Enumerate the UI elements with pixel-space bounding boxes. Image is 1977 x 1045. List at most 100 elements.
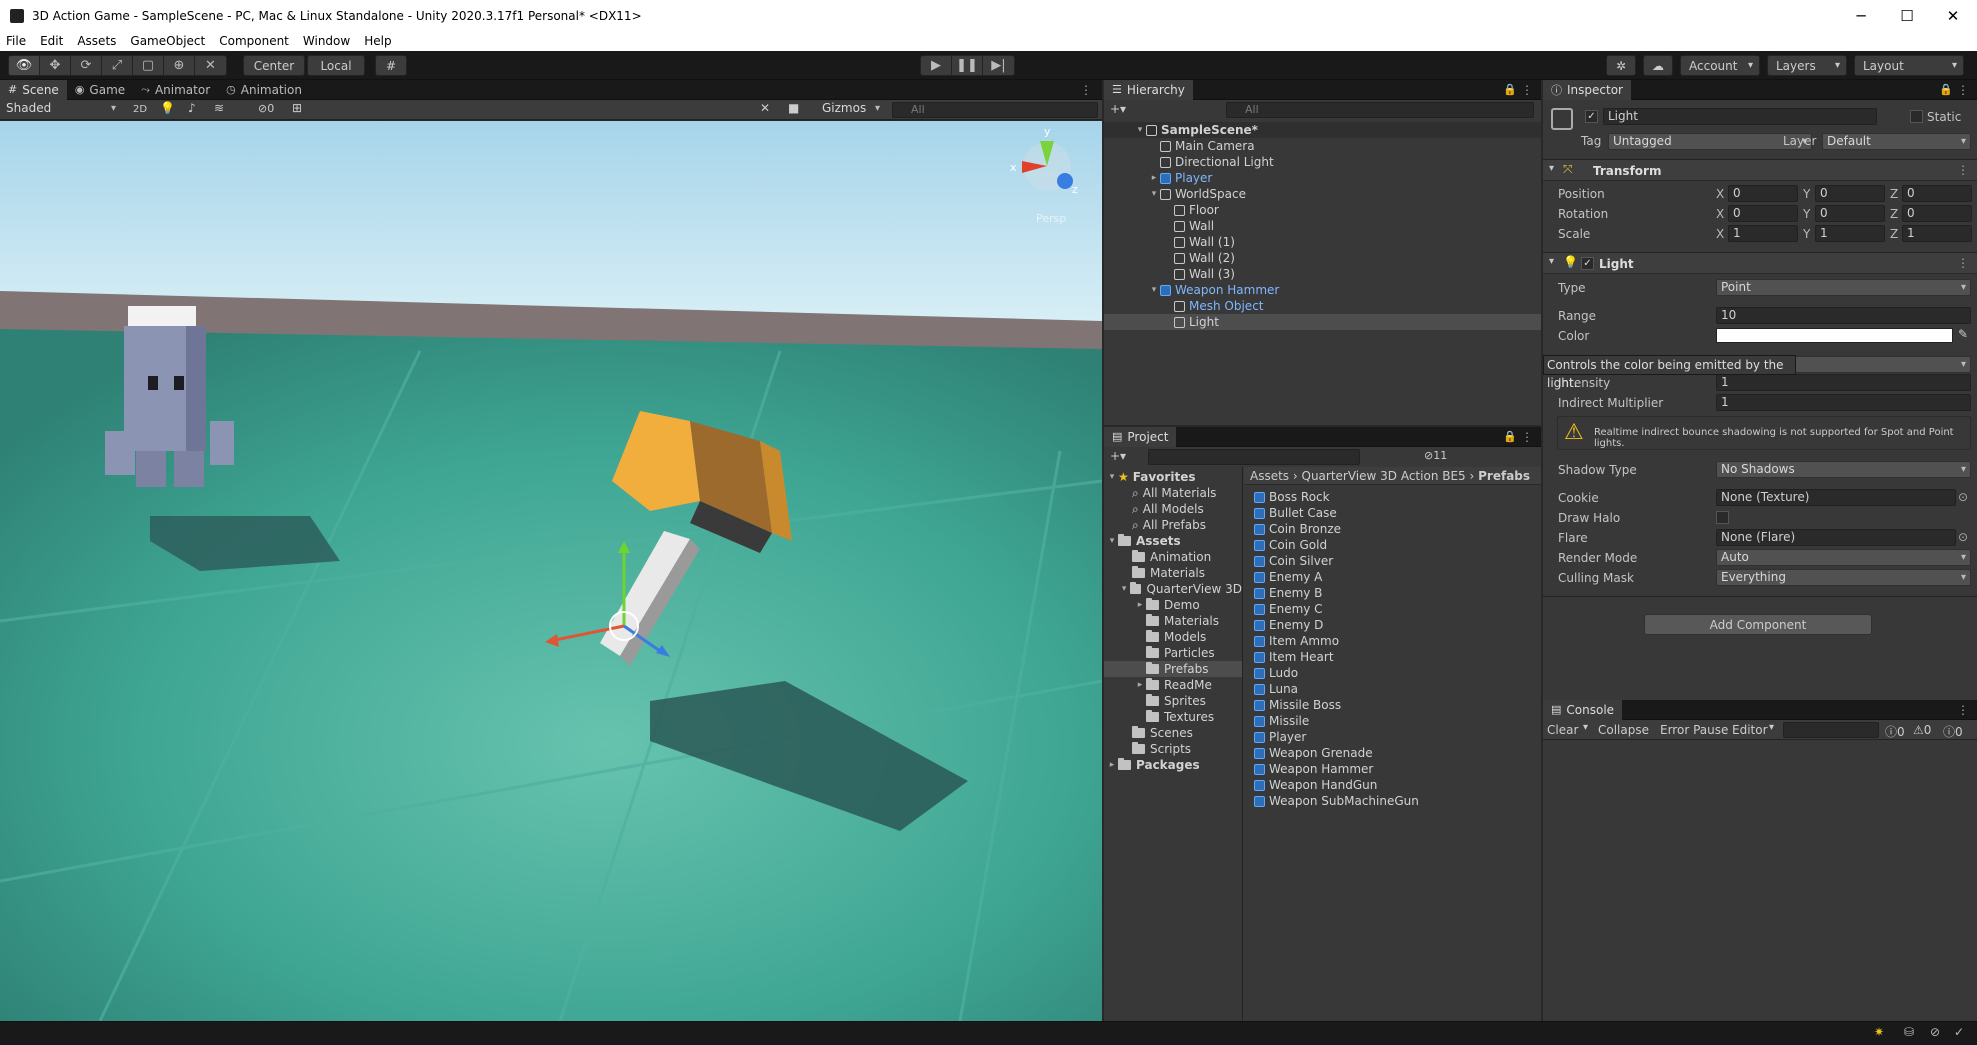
hierarchy-item[interactable]: ▸ Player <box>1104 170 1541 186</box>
z-axis-label[interactable]: Z <box>1890 187 1898 201</box>
light-collapse-icon[interactable]: ▾ <box>1549 256 1554 267</box>
hierarchy-lock-icon[interactable]: 🔒 <box>1503 83 1517 96</box>
tab-animator[interactable]: ⤳ Animator <box>133 80 218 100</box>
prefab-item[interactable]: Player <box>1254 729 1306 745</box>
prefab-item[interactable]: Missile Boss <box>1254 697 1341 713</box>
prefab-item[interactable]: Luna <box>1254 681 1298 697</box>
gizmos-dropdown[interactable]: Gizmos <box>818 101 884 118</box>
prefab-item[interactable]: Weapon Hammer <box>1254 761 1373 777</box>
expand-arrow-icon[interactable]: ▾ <box>1119 584 1130 594</box>
active-checkbox[interactable]: ✓ <box>1585 110 1598 123</box>
scene-more-icon[interactable]: ⋮ <box>1080 83 1092 97</box>
project-tree-item[interactable]: Particles <box>1104 645 1242 661</box>
prefab-item[interactable]: Boss Rock <box>1254 489 1330 505</box>
effects-toggle-icon[interactable]: ≋ <box>214 101 224 115</box>
lighting-status-icon[interactable]: ✷ <box>1874 1025 1884 1039</box>
tag-dropdown[interactable]: Untagged <box>1608 133 1812 150</box>
project-search-input[interactable] <box>1148 449 1360 465</box>
x-axis-label[interactable]: X <box>1716 187 1724 201</box>
project-tree-item[interactable]: ▸ Demo <box>1104 597 1242 613</box>
console-error-toggle[interactable]: ⓘ0 <box>1943 723 1963 740</box>
console-more-icon[interactable]: ⋮ <box>1957 703 1969 717</box>
prefab-item[interactable]: Coin Bronze <box>1254 521 1341 537</box>
hierarchy-item[interactable]: Wall (3) <box>1104 266 1541 282</box>
tab-animation[interactable]: ◷ Animation <box>218 80 310 100</box>
console-search-input[interactable] <box>1783 722 1879 738</box>
tools-icon[interactable]: ✕ <box>760 101 770 115</box>
prefab-item[interactable]: Ludo <box>1254 665 1298 681</box>
tab-inspector[interactable]: ⓘ Inspector <box>1543 79 1631 100</box>
shadow-type-dropdown[interactable]: No Shadows <box>1716 461 1971 478</box>
prefab-item[interactable]: Weapon HandGun <box>1254 777 1377 793</box>
tab-game[interactable]: ◉ Game <box>67 80 133 100</box>
layer-dropdown[interactable]: Default <box>1822 133 1971 150</box>
light-more-icon[interactable]: ⋮ <box>1957 256 1969 270</box>
indirect-field[interactable]: 1 <box>1716 394 1971 411</box>
hierarchy-item[interactable]: Wall (2) <box>1104 250 1541 266</box>
prefab-item[interactable]: Missile <box>1254 713 1309 729</box>
hierarchy-item[interactable]: Light <box>1104 314 1541 330</box>
close-button[interactable]: ✕ <box>1930 0 1976 31</box>
expand-arrow-icon[interactable]: ▾ <box>1106 472 1118 482</box>
console-collapse-button[interactable]: Collapse <box>1598 723 1649 737</box>
project-hidden-toggle[interactable]: ⊘11 <box>1424 449 1447 462</box>
color-swatch[interactable] <box>1716 328 1953 343</box>
draw-halo-checkbox[interactable] <box>1716 511 1729 524</box>
prefab-item[interactable]: Enemy A <box>1254 569 1322 585</box>
expand-arrow-icon[interactable]: ▾ <box>1106 536 1118 546</box>
tab-hierarchy[interactable]: ☰ Hierarchy <box>1104 79 1193 100</box>
transform-x-field[interactable]: 0 <box>1728 185 1798 202</box>
hierarchy-item[interactable]: Wall (1) <box>1104 234 1541 250</box>
light-component-header[interactable]: ▾ 💡 ✓ Light ⋮ <box>1543 252 1977 274</box>
y-axis-label[interactable]: Y <box>1803 207 1810 221</box>
prefab-item[interactable]: Enemy C <box>1254 601 1323 617</box>
prefab-item[interactable]: Item Ammo <box>1254 633 1339 649</box>
camera-icon[interactable]: ■ <box>788 101 799 115</box>
step-icon[interactable]: ▶| <box>983 56 1014 75</box>
rect-tool-icon[interactable]: ▢ <box>133 56 164 75</box>
transform-more-icon[interactable]: ⋮ <box>1957 163 1969 177</box>
expand-arrow-icon[interactable]: ▸ <box>1134 600 1146 610</box>
project-tree-item[interactable]: ⌕ All Materials <box>1104 485 1242 501</box>
inspector-lock-icon[interactable]: 🔒 <box>1939 83 1953 96</box>
menu-file[interactable]: File <box>6 34 26 48</box>
hierarchy-item[interactable]: ▾ WorldSpace <box>1104 186 1541 202</box>
add-component-button[interactable]: Add Component <box>1644 614 1872 635</box>
menu-component[interactable]: Component <box>219 34 289 48</box>
transform-z-field[interactable]: 0 <box>1902 205 1972 222</box>
grid-snap-icon[interactable]: # <box>375 55 407 76</box>
breadcrumb-assets[interactable]: Assets <box>1250 469 1289 483</box>
transform-collapse-icon[interactable]: ▾ <box>1549 163 1554 174</box>
hierarchy-search-input[interactable]: All <box>1226 102 1534 118</box>
menu-window[interactable]: Window <box>303 34 350 48</box>
hand-tool-icon[interactable]: 👁 <box>9 56 40 75</box>
cookie-picker-icon[interactable]: ⊙ <box>1958 490 1968 504</box>
scene-search-input[interactable]: All <box>892 102 1098 118</box>
project-tree-item[interactable]: Models <box>1104 629 1242 645</box>
prefab-item[interactable]: Enemy D <box>1254 617 1323 633</box>
transform-component-header[interactable]: ▾ ⤧ Transform ⋮ <box>1543 159 1977 181</box>
editor-dropdown-icon[interactable]: ▾ <box>1769 722 1774 733</box>
type-dropdown[interactable]: Point <box>1716 279 1971 296</box>
project-tree-item[interactable]: Animation <box>1104 549 1242 565</box>
layout-dropdown[interactable]: Layout <box>1854 55 1964 76</box>
transform-y-field[interactable]: 0 <box>1815 205 1885 222</box>
z-axis-label[interactable]: Z <box>1890 207 1898 221</box>
render-mode-dropdown[interactable]: Auto <box>1716 549 1971 566</box>
hierarchy-item[interactable]: Floor <box>1104 202 1541 218</box>
flare-picker-icon[interactable]: ⊙ <box>1958 530 1968 544</box>
breadcrumb-prefabs[interactable]: Prefabs <box>1478 469 1530 483</box>
breadcrumb-quarterview[interactable]: QuarterView 3D Action BE5 <box>1302 469 1466 483</box>
project-tree-item[interactable]: Materials <box>1104 613 1242 629</box>
static-checkbox[interactable] <box>1910 110 1923 123</box>
cloud-icon[interactable]: ☁ <box>1643 55 1673 76</box>
project-tree-item[interactable]: ▾ QuarterView 3D <box>1104 581 1242 597</box>
prefab-item[interactable]: Coin Gold <box>1254 537 1327 553</box>
pause-icon[interactable]: ❚❚ <box>952 56 983 75</box>
project-tree-item[interactable]: Sprites <box>1104 693 1242 709</box>
console-error-pause-button[interactable]: Error Pause <box>1660 723 1728 737</box>
scene-viewport[interactable]: y x z Persp <box>0 121 1102 1021</box>
debug-mode-icon[interactable]: ⊘ <box>1930 1025 1940 1039</box>
shading-mode-dropdown[interactable]: Shaded <box>2 101 120 118</box>
tab-project[interactable]: ▤ Project <box>1104 426 1177 447</box>
